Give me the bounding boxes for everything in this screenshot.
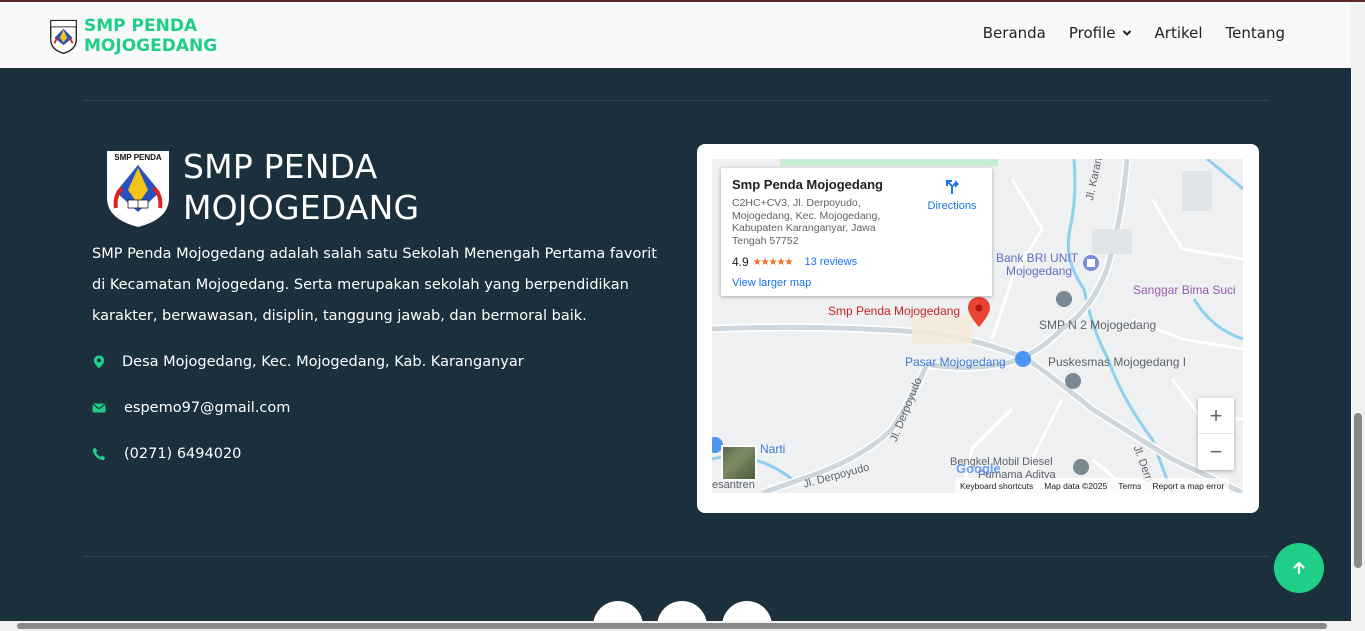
map-zoom-controls: + − [1198,398,1234,470]
brand[interactable]: SMP PENDA MOJOGEDANG [48,16,217,56]
school-logo-icon [50,19,77,55]
terms-link[interactable]: Terms [1118,481,1141,491]
directions-button[interactable]: Directions [921,178,983,212]
brand-name-line1: SMP PENDA [84,16,198,36]
envelope-icon [92,403,106,413]
zoom-in-button[interactable]: + [1198,398,1234,434]
footer-description: SMP Penda Mojogedang adalah salah satu S… [92,246,657,324]
map-label-sanggar: Sanggar Bima Suci [1133,283,1236,297]
horizontal-scrollbar-thumb[interactable] [17,623,1327,629]
footer-title: SMP PENDA MOJOGEDANG [183,146,419,228]
nav-beranda[interactable]: Beranda [983,24,1046,42]
contact-phone: (0271) 6494020 [92,446,241,462]
nav-profile-dropdown[interactable]: Profile [1069,24,1132,42]
map-label-puskesmas: Puskesmas Mojogedang I [1048,355,1187,369]
view-larger-map-link[interactable]: View larger map [732,277,811,289]
map-info-window: Smp Penda Mojogedang C2HC+CV3, Jl. Derpo… [721,168,992,296]
nav-tentang[interactable]: Tentang [1226,24,1285,42]
vertical-scrollbar-thumb[interactable] [1354,413,1362,568]
address-text: Desa Mojogedang, Kec. Mojogedang, Kab. K… [122,354,524,370]
footer-title-line2: MOJOGEDANG [183,188,420,227]
keyboard-shortcuts-link[interactable]: Keyboard shortcuts [960,481,1033,491]
phone-text[interactable]: (0271) 6494020 [124,446,241,462]
back-to-top-button[interactable] [1274,543,1324,593]
directions-label: Directions [927,200,977,212]
logo-text: SMP PENDA [114,153,162,162]
map-label-smpn2: SMP N 2 Mojogedang [1039,318,1157,332]
report-map-error-link[interactable]: Report a map error [1152,481,1224,491]
arrow-up-icon [1293,561,1305,575]
horizontal-scrollbar[interactable] [0,621,1351,631]
nav-profile-label: Profile [1068,24,1116,42]
place-rating: 4.9 ★★★★★ 13 reviews [732,255,857,269]
reviews-link[interactable]: 13 reviews [805,256,858,268]
map-data-text: Map data ©2025 [1044,480,1108,491]
nav-menu: Beranda Profile Artikel Tentang [983,24,1285,42]
map-attribution: Keyboard shortcuts Map data ©2025 Terms … [955,478,1230,493]
navbar: SMP PENDA MOJOGEDANG Beranda Profile Art… [0,2,1351,68]
map-label-bank-line2: Mojogedang [1006,264,1073,278]
map-marker-icon [93,355,105,369]
map-label-pasar: Pasar Mojogedang [905,355,1006,369]
brand-name-line2: MOJOGEDANG [84,36,218,56]
map-label-pin: Smp Penda Mojogedang [828,304,961,318]
zoom-out-button[interactable]: − [1198,434,1234,470]
phone-icon [92,447,106,461]
directions-icon [946,180,959,194]
satellite-toggle-thumbnail[interactable] [721,445,757,481]
email-text[interactable]: espemo97@gmail.com [124,400,290,416]
contact-address: Desa Mojogedang, Kec. Mojogedang, Kab. K… [92,354,524,370]
footer-title-line1: SMP PENDA [183,147,378,186]
nav-artikel[interactable]: Artikel [1155,24,1203,42]
school-logo-large-icon: SMP PENDA [105,149,171,230]
google-logo: Google [956,461,1001,476]
contact-email: espemo97@gmail.com [92,400,290,416]
place-address: C2HC+CV3, Jl. Derpoyudo, Mojogedang, Kec… [732,197,881,247]
map-label-narti: Narti [760,442,786,456]
map-label-bank: Bank BRI UNIT [996,251,1079,265]
footer-divider-top [83,100,1269,101]
chevron-down-icon [1122,30,1131,36]
rating-value: 4.9 [732,255,749,269]
rating-stars-icon: ★★★★★ [752,256,794,268]
place-name: Smp Penda Mojogedang [732,177,883,192]
vertical-scrollbar[interactable] [1351,2,1365,631]
footer-divider-bottom [83,556,1269,557]
google-map-embed[interactable]: Smp Penda Mojogedang Bank BRI UNIT Mojog… [712,159,1243,493]
